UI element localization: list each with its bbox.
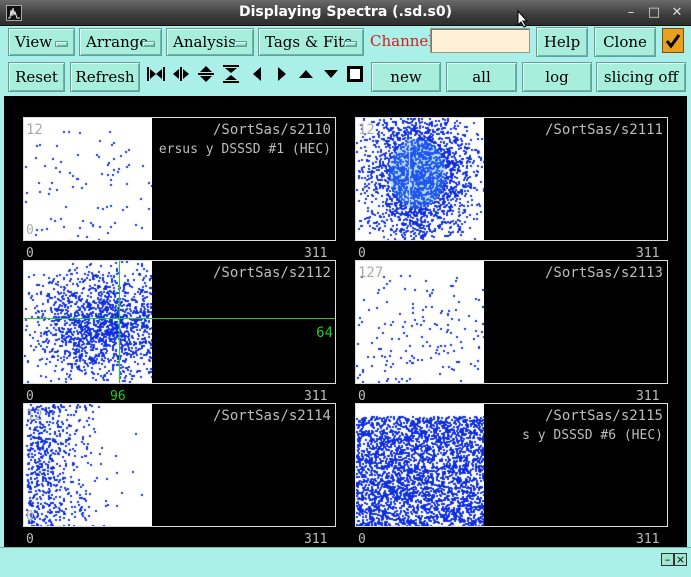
arrow-right-icon[interactable] bbox=[272, 64, 292, 84]
y-max-label: 127 bbox=[358, 265, 384, 281]
vertical-cursor-line bbox=[119, 261, 120, 383]
scatter-plot[interactable] bbox=[24, 404, 152, 526]
scatter-canvas bbox=[24, 404, 152, 526]
mini-window-controls: – × bbox=[661, 553, 687, 566]
minimize-icon[interactable]: – bbox=[622, 4, 640, 22]
x-min-label: 0 bbox=[358, 532, 366, 547]
status-strip bbox=[0, 547, 691, 577]
x-max-label: 311 bbox=[636, 532, 660, 547]
scatter-plot[interactable] bbox=[356, 118, 484, 240]
scatter-canvas bbox=[24, 118, 152, 240]
menu-arrange[interactable]: Arrange bbox=[79, 28, 162, 56]
x-min-label: 0 bbox=[358, 246, 366, 261]
spectrum-panel[interactable]: /SortSas/s2115 s y DSSSD #6 (HEC) bbox=[355, 403, 668, 527]
horizontal-cursor-line bbox=[24, 318, 335, 319]
chevron-down-icon bbox=[142, 41, 155, 47]
maximize-icon[interactable]: □ bbox=[645, 4, 663, 22]
channel-label: Channel: bbox=[370, 32, 439, 50]
title-bar[interactable]: Displaying Spectra (.sd.s0) – □ ✕ bbox=[0, 0, 691, 28]
menu-tags-fits[interactable]: Tags & Fits bbox=[258, 28, 364, 56]
scatter-canvas bbox=[24, 261, 152, 383]
chevron-down-icon bbox=[234, 41, 247, 47]
expand-vertical-icon[interactable] bbox=[196, 64, 216, 84]
spectrum-name: /SortSas/s2110 bbox=[212, 122, 331, 138]
stop-square-icon[interactable] bbox=[345, 64, 365, 84]
checkbox-checked-icon[interactable] bbox=[662, 28, 684, 53]
close-icon[interactable]: ✕ bbox=[668, 4, 686, 22]
y-zero-label: 0 bbox=[26, 223, 34, 238]
spectrum-name: /SortSas/s2111 bbox=[544, 122, 663, 138]
y-max-label: 12 bbox=[26, 122, 43, 138]
x-cursor-value: 96 bbox=[110, 389, 126, 404]
menu-view[interactable]: View bbox=[8, 28, 75, 56]
spectra-display-area[interactable]: 12 0 /SortSas/s2110 ersus y DSSSD #1 (HE… bbox=[4, 96, 687, 547]
scatter-canvas bbox=[356, 118, 484, 240]
minimize-icon[interactable]: – bbox=[661, 553, 674, 566]
x-max-label: 311 bbox=[304, 389, 328, 404]
shrink-horizontal-icon[interactable] bbox=[171, 64, 191, 84]
help-button[interactable]: Help bbox=[536, 27, 588, 57]
spectra-window: Displaying Spectra (.sd.s0) – □ ✕ View A… bbox=[0, 0, 691, 577]
menu-tags-fits-label: Tags & Fits bbox=[265, 33, 352, 51]
menu-view-label: View bbox=[15, 33, 53, 51]
arrow-left-icon[interactable] bbox=[247, 64, 267, 84]
arrow-up-icon[interactable] bbox=[296, 64, 316, 84]
slicing-toggle-button[interactable]: slicing off bbox=[596, 62, 686, 92]
scatter-plot[interactable] bbox=[24, 118, 152, 240]
all-button[interactable]: all bbox=[446, 62, 517, 92]
x-min-label: 0 bbox=[26, 389, 34, 404]
menu-analysis[interactable]: Analysis bbox=[166, 28, 254, 56]
x-min-label: 0 bbox=[26, 532, 34, 547]
spectrum-name: /SortSas/s2115 bbox=[544, 408, 663, 424]
spectrum-name: /SortSas/s2112 bbox=[212, 265, 331, 281]
y-cursor-value: 64 bbox=[316, 325, 333, 341]
shrink-vertical-icon[interactable] bbox=[221, 64, 241, 84]
spectrum-subtitle: s y DSSSD #6 (HEC) bbox=[522, 428, 663, 443]
scatter-plot[interactable] bbox=[24, 261, 152, 383]
new-button[interactable]: new bbox=[371, 62, 441, 92]
clone-button[interactable]: Clone bbox=[594, 27, 656, 57]
chevron-down-icon bbox=[344, 41, 357, 47]
y-zero-label: 0 bbox=[26, 509, 34, 524]
spectrum-name: /SortSas/s2114 bbox=[212, 408, 331, 424]
channel-input[interactable] bbox=[430, 28, 530, 53]
x-min-label: 0 bbox=[26, 246, 34, 261]
menu-arrange-label: Arrange bbox=[86, 33, 149, 51]
x-min-label: 0 bbox=[358, 389, 366, 404]
window-title: Displaying Spectra (.sd.s0) bbox=[238, 4, 453, 20]
x-max-label: 311 bbox=[636, 246, 660, 261]
y-max-label: 12 bbox=[358, 122, 375, 138]
y-max-label: 12 bbox=[26, 408, 43, 424]
spectrum-panel[interactable]: 12 /SortSas/s2111 bbox=[355, 117, 668, 241]
chevron-down-icon bbox=[55, 41, 68, 47]
scatter-canvas bbox=[356, 404, 484, 526]
spectrum-panel[interactable]: /SortSas/s2112 64 bbox=[23, 260, 336, 384]
x-max-label: 311 bbox=[304, 532, 328, 547]
spectrum-subtitle: ersus y DSSSD #1 (HEC) bbox=[158, 142, 331, 157]
arrow-down-icon[interactable] bbox=[321, 64, 341, 84]
spectrum-panel[interactable]: 12 0 /SortSas/s2110 ersus y DSSSD #1 (HE… bbox=[23, 117, 336, 241]
spectrum-panel[interactable]: 127 /SortSas/s2113 bbox=[355, 260, 668, 384]
scatter-plot[interactable] bbox=[356, 404, 484, 526]
reset-button[interactable]: Reset bbox=[8, 62, 65, 92]
close-icon[interactable]: × bbox=[674, 553, 687, 566]
x-max-label: 311 bbox=[636, 389, 660, 404]
expand-horizontal-icon[interactable] bbox=[146, 64, 166, 84]
spectrum-panel[interactable]: 12 0 /SortSas/s2114 bbox=[23, 403, 336, 527]
menu-analysis-label: Analysis bbox=[173, 33, 236, 51]
x-max-label: 311 bbox=[304, 246, 328, 261]
log-button[interactable]: log bbox=[522, 62, 592, 92]
refresh-button[interactable]: Refresh bbox=[70, 62, 140, 92]
spectrum-name: /SortSas/s2113 bbox=[544, 265, 663, 281]
